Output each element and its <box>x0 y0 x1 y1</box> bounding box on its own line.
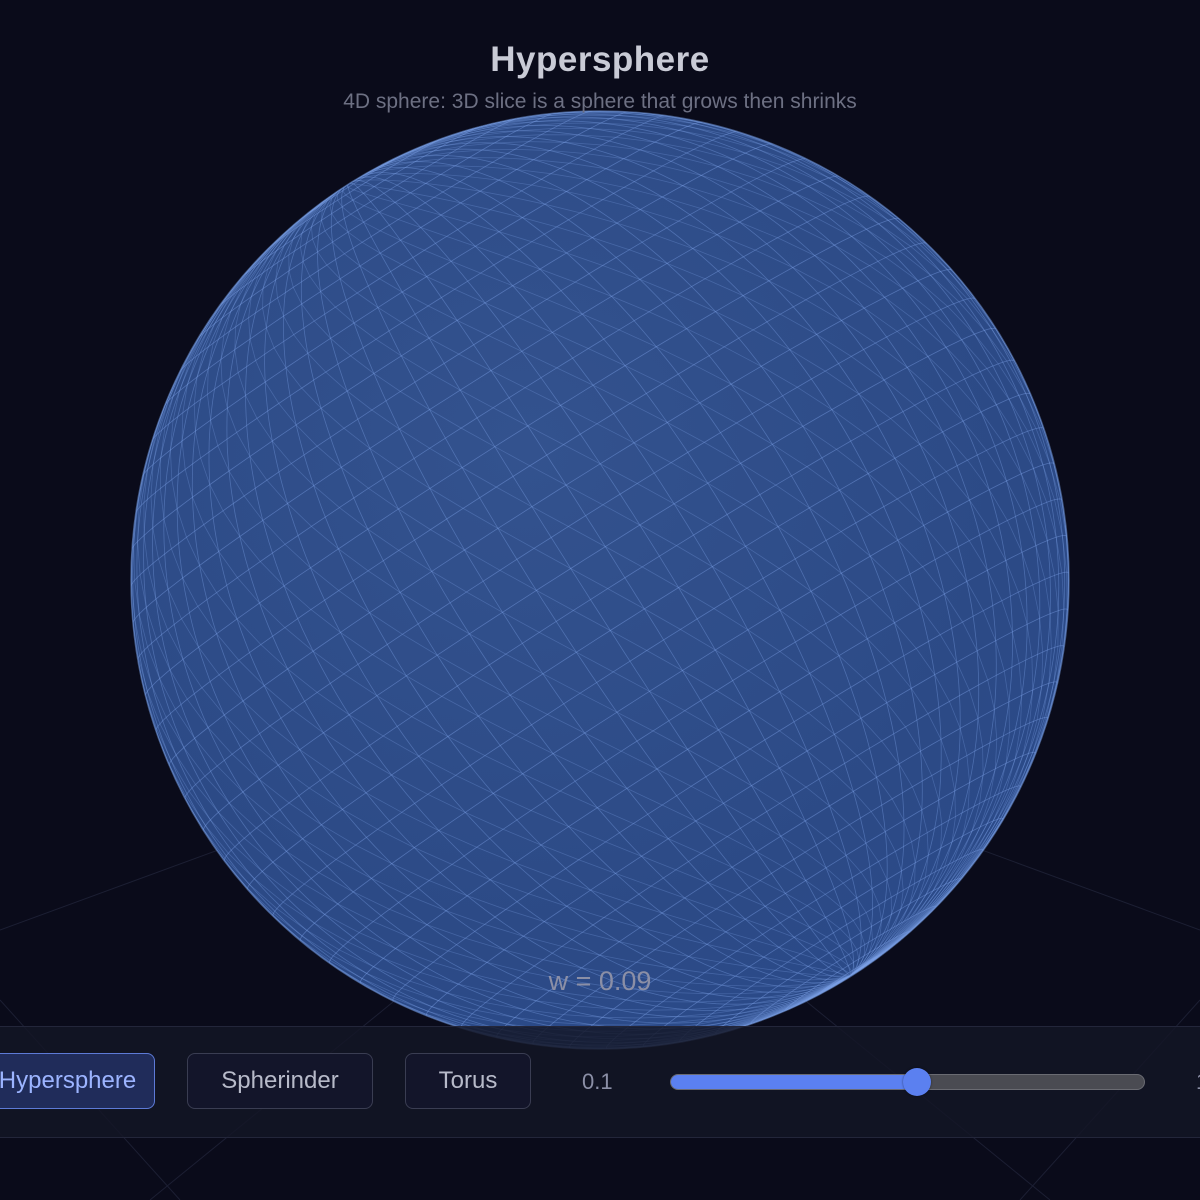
shape-button-spherinder[interactable]: Spherinder <box>187 1053 373 1109</box>
page-subtitle: 4D sphere: 3D slice is a sphere that gro… <box>343 90 857 113</box>
slider-fill <box>671 1075 917 1089</box>
w-slider[interactable] <box>670 1068 1145 1096</box>
shape-button-torus[interactable]: Torus <box>405 1053 531 1109</box>
slider-thumb[interactable] <box>902 1068 931 1096</box>
slider-min-label: 0.1 <box>582 1069 613 1094</box>
page-title: Hypersphere <box>490 40 710 79</box>
viewport-canvas[interactable] <box>0 0 1200 1200</box>
slider-max-label: 1 <box>1196 1069 1200 1095</box>
w-value-label: w = 0.09 <box>548 966 652 996</box>
shape-button-hypersphere[interactable]: Hypersphere <box>0 1053 155 1109</box>
